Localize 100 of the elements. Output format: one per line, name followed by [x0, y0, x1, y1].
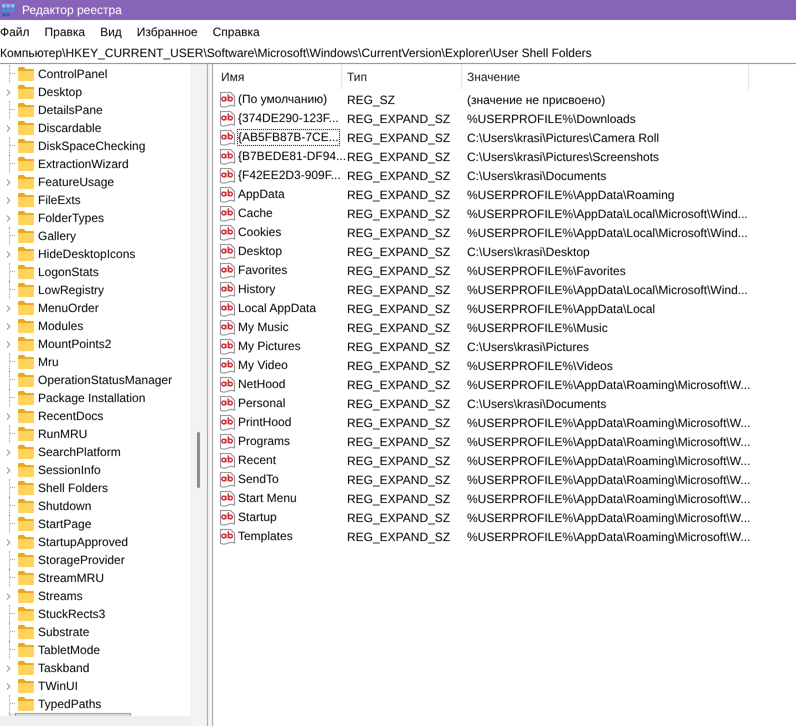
value-type: REG_EXPAND_SZ [347, 510, 450, 524]
value-name[interactable]: Start Menu [237, 490, 298, 507]
tree-item[interactable]: Gallery [15, 227, 82, 245]
menu-item[interactable]: Правка [44, 22, 86, 40]
tree-item[interactable]: MountPoints2 [15, 335, 116, 353]
value-name[interactable]: Cache [237, 205, 274, 222]
value-data: C:\Users\krasi\Documents [467, 168, 606, 182]
value-data: %USERPROFILE%\AppData\Roaming\Microsoft\W... [467, 492, 750, 506]
tree-item[interactable]: OperationStatusManager [15, 371, 178, 389]
tree-item[interactable]: MenuOrder [15, 299, 104, 317]
value-data: %USERPROFILE%\Music [467, 320, 608, 334]
tree-item[interactable]: Substrate [15, 623, 94, 641]
tree-item[interactable]: StartupApproved [15, 533, 134, 551]
value-data: %USERPROFILE%\AppData\Local\Microsoft\Wind... [467, 282, 748, 296]
folder-icon [18, 481, 34, 495]
value-name[interactable]: Desktop [237, 243, 284, 260]
value-name[interactable]: {B7BEDE81-DF94... [237, 148, 348, 165]
tree-item[interactable]: ExtractionWizard [15, 155, 134, 173]
value-name[interactable]: My Video [237, 357, 289, 374]
value-data: %USERPROFILE%\AppData\Roaming\Microsoft\W... [467, 434, 750, 448]
value-data: %USERPROFILE%\AppData\Local\Microsoft\Wind... [467, 206, 748, 220]
value-type: REG_EXPAND_SZ [347, 378, 450, 392]
value-name[interactable]: Personal [237, 395, 286, 412]
tree-item[interactable]: LogonStats [15, 263, 104, 281]
value-type: REG_EXPAND_SZ [347, 492, 450, 506]
tree-item[interactable]: Modules [15, 317, 88, 335]
tree-item[interactable]: StuckRects3 [15, 605, 110, 623]
tree-item[interactable]: Mru [15, 353, 64, 371]
folder-icon [18, 247, 34, 261]
tree-item[interactable]: LowRegistry [15, 281, 110, 299]
value-name[interactable]: AppData [237, 186, 286, 203]
value-data: C:\Users\krasi\Desktop [467, 244, 590, 258]
value-name[interactable]: (По умолчанию) [237, 91, 328, 108]
value-name[interactable]: NetHood [237, 376, 286, 393]
tree-item[interactable]: FeatureUsage [15, 173, 120, 191]
tree-item[interactable]: StorageProvider [15, 551, 130, 569]
menu-item[interactable]: Справка [212, 22, 260, 40]
value-name[interactable]: Recent [237, 452, 278, 469]
folder-icon [18, 85, 34, 99]
folder-icon [18, 697, 34, 711]
folder-icon [18, 589, 34, 603]
tree-item[interactable]: DiskSpaceChecking [15, 137, 150, 155]
menu-item[interactable]: Вид [100, 22, 122, 40]
folder-icon [18, 175, 34, 189]
tree-item[interactable]: Discardable [15, 119, 106, 137]
tree-item[interactable]: SessionInfo [15, 461, 106, 479]
tree-item[interactable]: ControlPanel [15, 65, 112, 83]
tree-item[interactable]: Desktop [15, 83, 88, 101]
value-type: REG_EXPAND_SZ [347, 188, 450, 202]
tree-item[interactable]: RecentDocs [15, 407, 108, 425]
value-type: REG_EXPAND_SZ [347, 358, 450, 372]
column-header[interactable]: Тип [342, 64, 462, 90]
value-name[interactable]: Startup [237, 509, 278, 526]
tree-item[interactable]: Shell Folders [15, 479, 114, 497]
value-name[interactable]: Favorites [237, 262, 288, 279]
value-name[interactable]: SendTo [237, 471, 280, 488]
value-name[interactable]: History [237, 281, 276, 298]
folder-icon [18, 499, 34, 513]
tree-item[interactable]: HideDesktopIcons [15, 245, 140, 263]
value-type: REG_EXPAND_SZ [347, 472, 450, 486]
value-type: REG_EXPAND_SZ [347, 302, 450, 316]
text-file-icon [220, 376, 235, 392]
folder-icon [18, 211, 34, 225]
value-name[interactable]: PrintHood [237, 414, 292, 431]
folder-icon [18, 229, 34, 243]
value-name[interactable]: My Music [237, 319, 290, 336]
value-name[interactable]: Local AppData [237, 300, 318, 317]
folder-icon [18, 139, 34, 153]
text-file-icon [220, 92, 235, 108]
value-data: %USERPROFILE%\AppData\Roaming\Microsoft\W... [467, 378, 750, 392]
tree-item[interactable]: TWinUI [15, 677, 83, 695]
tree-item[interactable]: DetailsPane [15, 101, 108, 119]
value-name[interactable]: My Pictures [237, 338, 302, 355]
tree-item[interactable]: TabletMode [15, 641, 106, 659]
column-header[interactable]: Значение [462, 64, 749, 90]
value-name[interactable]: {374DE290-123F... [237, 110, 340, 127]
column-header[interactable]: Имя [213, 64, 342, 90]
tree-item[interactable]: Streams [15, 587, 88, 605]
folder-icon [18, 103, 34, 117]
value-name[interactable]: {F42EE2D3-909F... [237, 167, 342, 184]
tree-item[interactable]: FolderTypes [15, 209, 110, 227]
tree-item[interactable]: RunMRU [15, 425, 92, 443]
folder-icon [18, 517, 34, 531]
value-name[interactable]: Cookies [237, 224, 282, 241]
value-type: REG_EXPAND_SZ [347, 282, 450, 296]
tree-item[interactable]: FileExts [15, 191, 86, 209]
tree-item[interactable]: TypedPaths [15, 695, 106, 713]
tree-item[interactable]: StartPage [15, 515, 96, 533]
tree-item[interactable]: SearchPlatform [15, 443, 126, 461]
tree-item[interactable]: Shutdown [15, 497, 96, 515]
tree-item[interactable]: StreamMRU [15, 569, 110, 587]
menu-item[interactable]: Файл [0, 22, 30, 40]
folder-icon [18, 265, 34, 279]
scrollbar-thumb[interactable] [197, 432, 200, 488]
tree-item[interactable]: Taskband [15, 659, 94, 677]
tree-item[interactable]: Package Installation [15, 389, 150, 407]
menu-item[interactable]: Избранное [136, 22, 198, 40]
value-name[interactable]: Programs [237, 433, 292, 450]
value-name[interactable]: {AB5FB87B-7CE... [237, 129, 340, 146]
value-name[interactable]: Templates [237, 528, 294, 545]
